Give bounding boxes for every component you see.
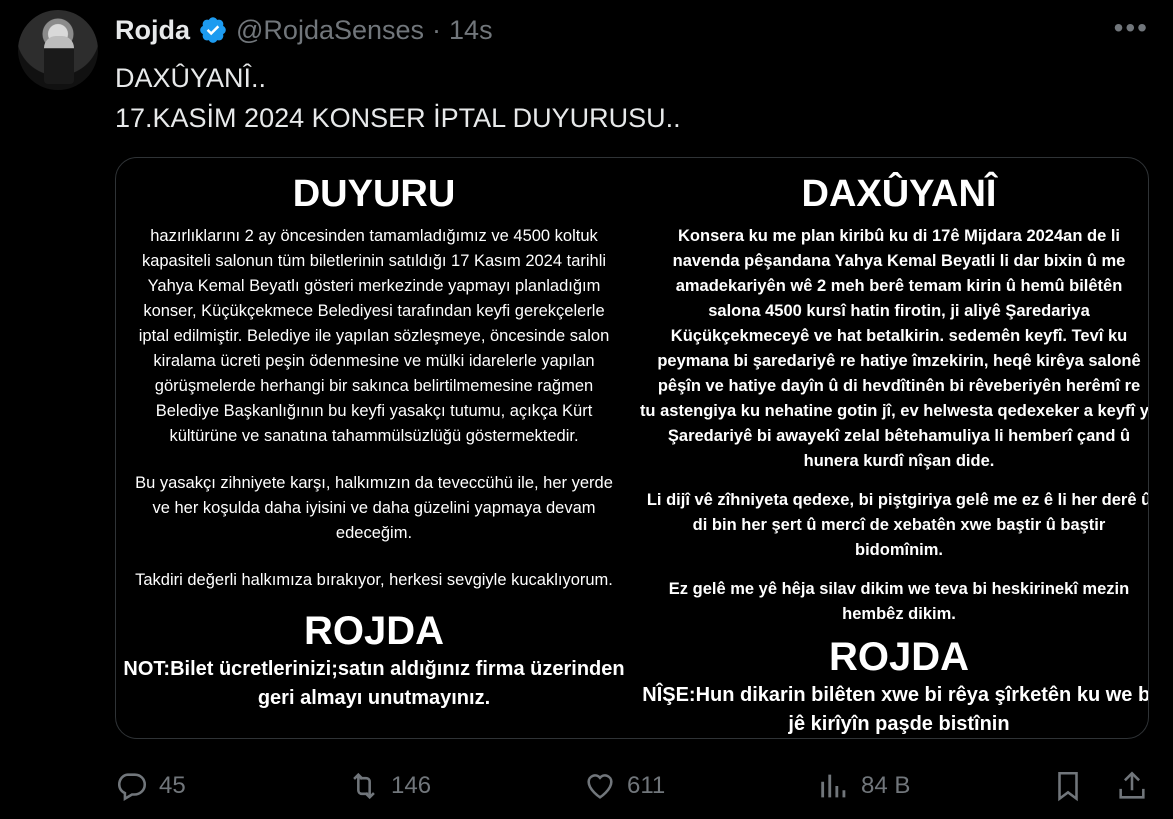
announcement-line: kapasiteli salonun tüm biletlerinin satı… — [141, 252, 607, 270]
reply-count: 45 — [159, 772, 186, 799]
reply-button[interactable]: 45 — [115, 766, 186, 806]
reply-icon — [117, 773, 147, 802]
announcement-line: Yahya Kemal Beyatlı gösteri merkezinde y… — [147, 277, 601, 295]
announcement-line: Konsera ku me plan kiribû ku di 17ê Mijd… — [678, 227, 1120, 245]
views-button[interactable]: 84 B — [817, 766, 910, 806]
announcement-turkish: DUYURU hazırlıklarını 2 ay öncesinden ta… — [116, 158, 632, 738]
announcement-line: kiralama ücreti peşin ödenmesine ve mülk… — [153, 352, 595, 370]
like-button[interactable]: 611 — [583, 766, 665, 806]
views-count: 84 B — [861, 772, 911, 799]
announcement-heading: DUYURU — [292, 173, 456, 215]
announcement-line: Bu yasakçı zihniyete karşı, halkımızın d… — [135, 474, 613, 492]
announcement-line: tu astengiya ku nehatine gotin jî, ev he… — [639, 402, 1149, 420]
timestamp[interactable]: 14s — [449, 15, 493, 46]
announcement-line: navenda pêşandana Yahya Kemal Beyatli li… — [672, 252, 1126, 270]
announcement-line: konser, Küçükçekmece Belediyesi tarafınd… — [143, 302, 605, 320]
announcement-line: Li dijî vê zîhniyeta qedexe, bi piştgiri… — [646, 491, 1149, 509]
announcement-line: hunera kurdî nîşan dide. — [803, 452, 995, 470]
tweet-text: DAXÛYANÎ.. 17.KASİM 2024 KONSER İPTAL DU… — [115, 58, 681, 138]
more-icon[interactable]: ••• — [1114, 14, 1149, 42]
announcement-line: bidomînim. — [855, 541, 943, 559]
announcement-line: pêşîn ve hatiye dayîn û di hevdîtinên bi… — [657, 377, 1141, 395]
share-icon — [1119, 771, 1145, 799]
announcement-line: görüşmelerde herhangi bir sakınca belirt… — [154, 377, 594, 395]
announcement-note: NÎŞE:Hun dikarin bilêten xwe bi rêya şîr… — [642, 684, 1149, 706]
announcement-signature: ROJDA — [828, 635, 970, 679]
announcement-line: di bin her şert û mercî de xebatên xwe b… — [692, 516, 1106, 534]
author-name[interactable]: Rojda — [115, 15, 190, 46]
avatar[interactable] — [18, 10, 98, 90]
announcement-line: amadekariyên wê 2 meh berê temam kirin û… — [675, 277, 1123, 295]
announcement-line: salona 4500 kursî hatin firotin, ji aliy… — [708, 302, 1090, 320]
views-icon — [821, 774, 846, 798]
repost-icon — [353, 772, 375, 800]
heart-icon — [587, 774, 613, 799]
author-handle[interactable]: @RojdaSenses — [236, 15, 424, 46]
repost-button[interactable]: 146 — [347, 766, 431, 806]
tweet-text-line: 17.KASİM 2024 KONSER İPTAL DUYURUSU.. — [115, 103, 681, 133]
bookmark-icon — [1058, 771, 1078, 802]
avatar-figure — [44, 36, 74, 84]
repost-count: 146 — [391, 772, 432, 799]
like-count: 611 — [627, 772, 666, 799]
tweet[interactable]: Rojda @RojdaSenses · 14s ••• DAXÛYANÎ.. … — [0, 0, 1173, 819]
announcement-line: peymana bi şaredariyê re hatiye îmzekiri… — [657, 352, 1141, 370]
tweet-text-line: DAXÛYANÎ.. — [115, 63, 267, 93]
announcement-line: hazırlıklarını 2 ay öncesinden tamamladı… — [150, 227, 598, 245]
announcement-line: iptal edilmiştir. Belediye ile yapılan s… — [138, 327, 610, 345]
tweet-media-image[interactable]: DUYURU hazırlıklarını 2 ay öncesinden ta… — [115, 157, 1149, 739]
announcement-line: ve her koşulda daha iyisini ve daha güze… — [152, 499, 596, 517]
announcement-heading: DAXÛYANÎ — [801, 173, 997, 215]
announcement-line: Belediye Başkanlığının bu keyfi yasakçı … — [155, 402, 593, 420]
announcement-line: Takdiri değerli halkımıza bırakıyor, her… — [135, 571, 613, 589]
announcement-line: Şaredariyê bi awayekî zelal bêtehamuliya… — [667, 427, 1131, 445]
bookmark-button[interactable] — [1051, 766, 1085, 806]
announcement-kurdish: DAXÛYANÎ Konsera ku me plan kiribû ku di… — [634, 158, 1149, 738]
tweet-header: Rojda @RojdaSenses · 14s — [115, 12, 493, 48]
separator-dot: · — [432, 14, 442, 45]
announcement-note: geri almayı unutmayınız. — [257, 687, 491, 709]
announcement-line: kültürüne ve sanatına tahammülsüzlüğü gö… — [169, 427, 579, 445]
announcement-line: edeceğim. — [335, 524, 413, 542]
announcement-line: hembêz dikim. — [842, 605, 956, 623]
announcement-signature: ROJDA — [303, 609, 445, 653]
announcement-line: Küçükçekmeceyê ve hat betalkirin. sedemê… — [670, 327, 1128, 345]
announcement-note: NOT:Bilet ücretlerinizi;satın aldığınız … — [123, 658, 625, 680]
action-bar: 45 146 611 84 B — [115, 766, 1155, 806]
announcement-note: jê kirîyîn paşde bistînin — [788, 713, 1010, 735]
verified-badge-icon — [200, 17, 226, 43]
share-button[interactable] — [1115, 766, 1149, 806]
announcement-line: Ez gelê me yê hêja silav dikim we teva b… — [668, 580, 1130, 598]
